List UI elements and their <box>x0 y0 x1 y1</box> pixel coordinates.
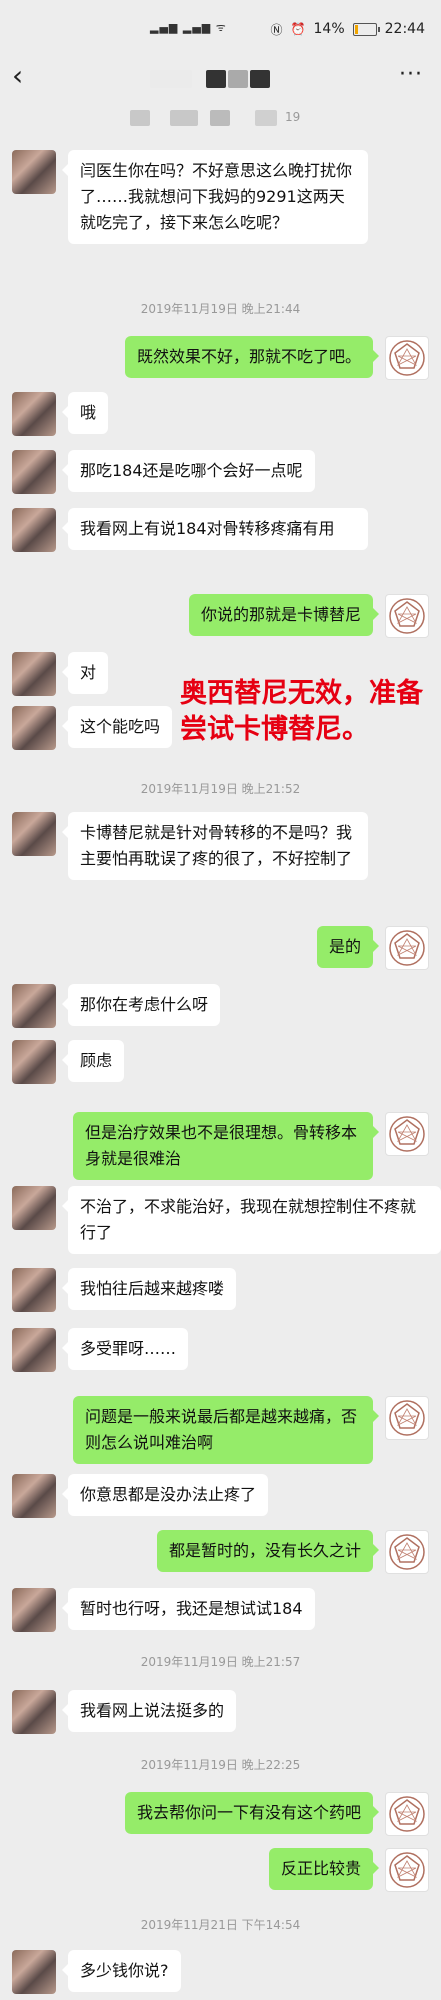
more-icon[interactable]: ··· <box>399 62 423 87</box>
message-bubble[interactable]: 不治了，不求能治好，我现在就想控制住不疼就行了 <box>62 1186 441 1254</box>
contact-avatar[interactable] <box>12 1186 56 1230</box>
message-bubble[interactable]: 那你在考虑什么呀 <box>61 984 221 1026</box>
self-avatar[interactable] <box>385 1792 429 1836</box>
timestamp: 2019年11月19日 晚上22:25 <box>140 1758 301 1772</box>
back-icon[interactable]: ‹ <box>12 62 23 90</box>
chat-subtitle: 19 <box>130 110 310 128</box>
self-avatar[interactable] <box>385 1848 429 1892</box>
message-bubble[interactable]: 你说的那就是卡博替尼 <box>188 594 380 636</box>
contact-avatar[interactable] <box>12 984 56 1028</box>
self-avatar[interactable] <box>385 1112 429 1156</box>
contact-avatar[interactable] <box>12 508 56 552</box>
message-bubble[interactable]: 那吃184还是吃哪个会好一点呢 <box>62 450 315 492</box>
nfc-icon: Ⓝ <box>270 22 283 37</box>
message-bubble[interactable]: 问题是一般来说最后都是越来越痛，否则怎么说叫难治啊 <box>73 1396 379 1464</box>
timestamp: 2019年11月21日 下午14:54 <box>140 1918 301 1932</box>
message-bubble[interactable]: 反正比较贵 <box>268 1848 380 1890</box>
chat-header: ‹ ··· <box>0 58 441 100</box>
message-bubble[interactable]: 都是暂时的，没有长久之计 <box>156 1530 380 1572</box>
message-bubble[interactable]: 暂时也行呀，我还是想试试184 <box>62 1588 315 1630</box>
signal-icon: ▂▄▆ ▂▄▆ ᯤ <box>150 21 227 34</box>
contact-avatar[interactable] <box>12 1040 56 1084</box>
contact-avatar[interactable] <box>12 1588 56 1632</box>
message-bubble[interactable]: 对 <box>61 652 109 694</box>
status-bar: ▂▄▆ ▂▄▆ ᯤ Ⓝ ⏰ 14% 22:44 <box>0 0 441 58</box>
self-avatar[interactable] <box>385 336 429 380</box>
self-avatar[interactable] <box>385 926 429 970</box>
annotation: 奥西替尼无效，准备尝试卡博替尼。 <box>180 678 423 745</box>
message-bubble[interactable]: 你意思都是没办法止疼了 <box>61 1474 269 1516</box>
contact-avatar[interactable] <box>12 652 56 696</box>
timestamp: 2019年11月19日 晚上21:57 <box>140 1655 301 1669</box>
battery-icon <box>352 22 380 36</box>
message-bubble[interactable]: 卡博替尼就是针对骨转移的不是吗？我主要怕再耽误了疼的很了，不好控制了 <box>62 812 368 880</box>
self-avatar[interactable] <box>385 1396 429 1440</box>
message-bubble[interactable]: 顾虑 <box>61 1040 125 1082</box>
chat-title <box>150 70 270 90</box>
message-bubble[interactable]: 我看网上说法挺多的 <box>61 1690 237 1732</box>
clock: 22:44 <box>384 21 425 37</box>
message-bubble[interactable]: 是的 <box>316 926 380 968</box>
message-bubble[interactable]: 闫医生你在吗？不好意思这么晚打扰你了……我就想问下我妈的9291这两天就吃完了，… <box>62 150 368 244</box>
contact-avatar[interactable] <box>12 450 56 494</box>
message-bubble[interactable]: 我怕往后越来越疼喽 <box>61 1268 237 1310</box>
timestamp: 2019年11月19日 晚上21:52 <box>140 782 301 796</box>
contact-avatar[interactable] <box>12 150 56 194</box>
battery-percent: 14% <box>313 21 345 37</box>
self-avatar[interactable] <box>385 1530 429 1574</box>
message-bubble[interactable]: 但是治疗效果也不是很理想。骨转移本身就是很难治 <box>73 1112 379 1180</box>
message-bubble[interactable]: 多受罪呀…… <box>61 1328 189 1370</box>
timestamp: 2019年11月19日 晚上21:44 <box>140 302 301 316</box>
contact-avatar[interactable] <box>12 812 56 856</box>
message-bubble[interactable]: 这个能吃吗 <box>61 706 173 748</box>
message-bubble[interactable]: 我看网上有说184对骨转移疼痛有用 <box>62 508 368 550</box>
message-bubble[interactable]: 多少钱你说? <box>62 1950 181 1992</box>
contact-avatar[interactable] <box>12 1328 56 1372</box>
contact-avatar[interactable] <box>12 706 56 750</box>
alarm-icon: ⏰ <box>290 22 306 36</box>
contact-avatar[interactable] <box>12 1690 56 1734</box>
message-bubble[interactable]: 既然效果不好，那就不吃了吧。 <box>124 336 380 378</box>
message-bubble[interactable]: 我去帮你问一下有没有这个药吧 <box>124 1792 380 1834</box>
contact-avatar[interactable] <box>12 1474 56 1518</box>
self-avatar[interactable] <box>385 594 429 638</box>
contact-avatar[interactable] <box>12 1950 56 1994</box>
contact-avatar[interactable] <box>12 392 56 436</box>
message-bubble[interactable]: 哦 <box>61 392 109 434</box>
contact-avatar[interactable] <box>12 1268 56 1312</box>
